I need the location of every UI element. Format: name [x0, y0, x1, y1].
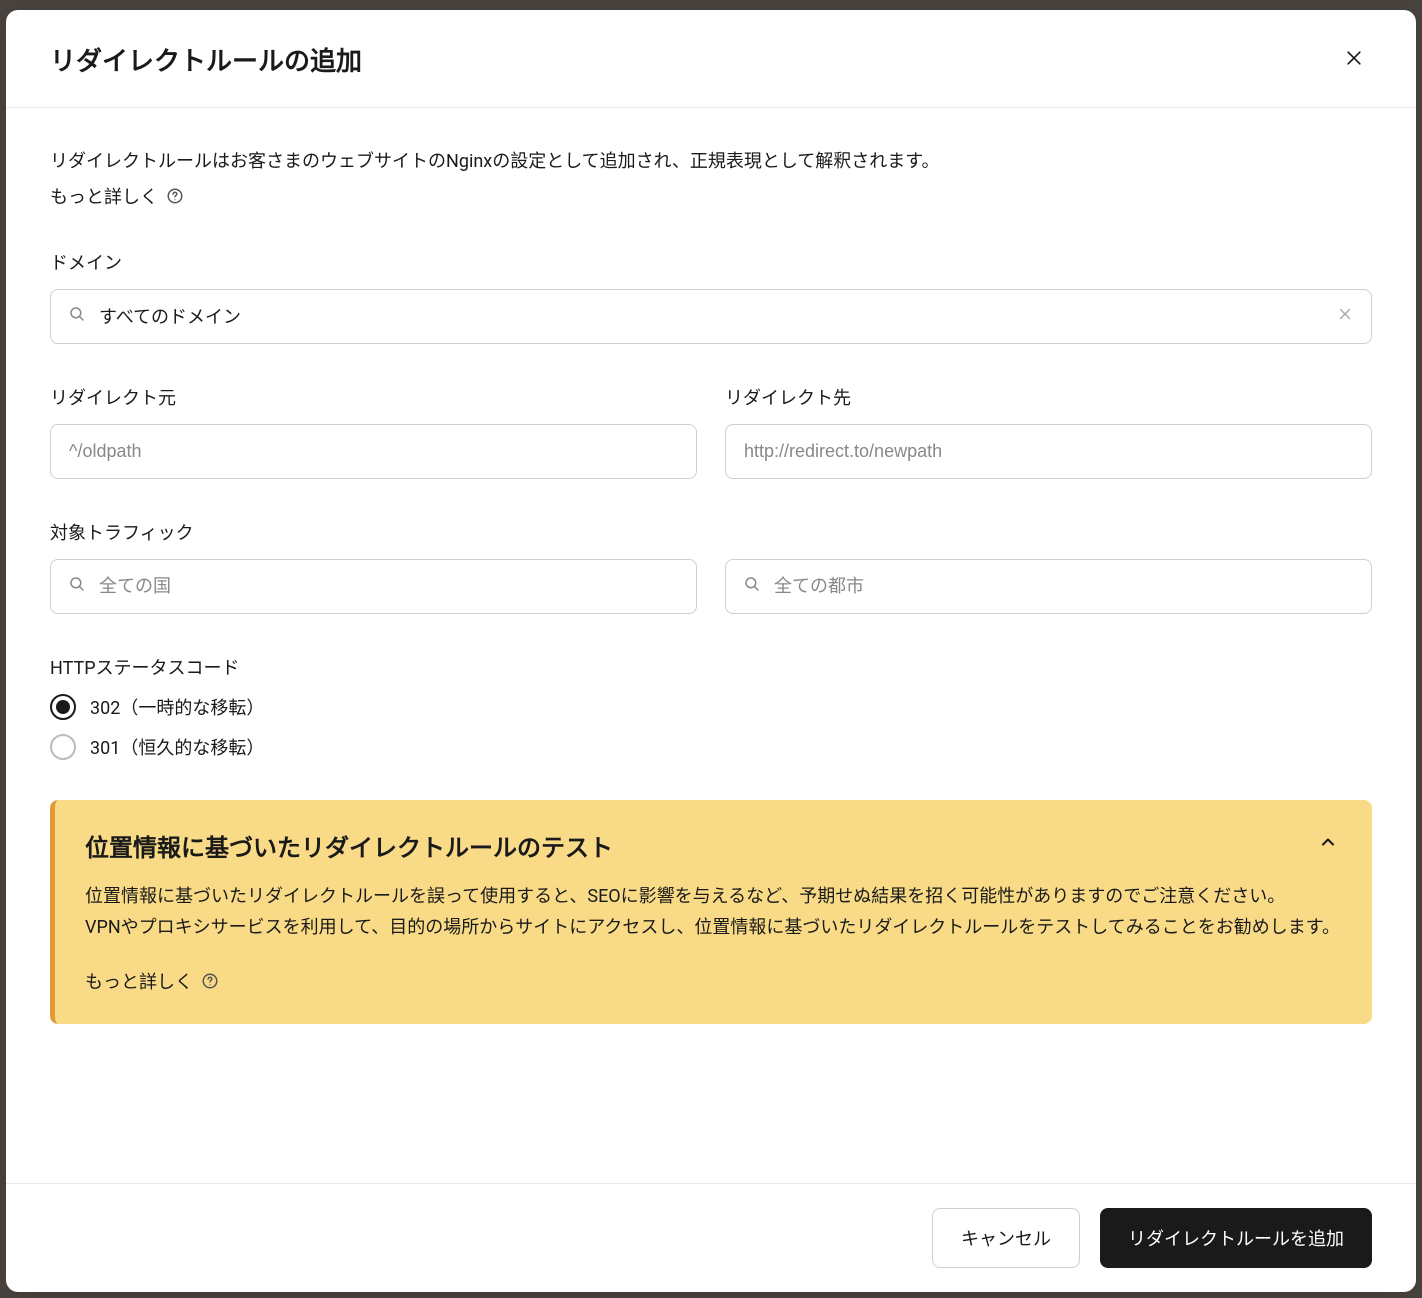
- help-icon: [166, 187, 184, 205]
- learn-more-label: もっと詳しく: [50, 183, 158, 209]
- geolocation-alert: 位置情報に基づいたリダイレクトルールのテスト 位置情報に基づいたリダイレクトルー…: [50, 800, 1372, 1024]
- modal-header: リダイレクトルールの追加: [6, 10, 1416, 108]
- redirect-to-label: リダイレクト先: [725, 384, 1372, 410]
- http-status-label: HTTPステータスコード: [50, 654, 1372, 680]
- redirect-to-input[interactable]: [725, 424, 1372, 479]
- country-input-wrapper: [50, 559, 697, 614]
- radio-302-label: 302（一時的な移転）: [90, 694, 264, 720]
- alert-body: 位置情報に基づいたリダイレクトルールを誤って使用すると、SEOに影響を与えるなど…: [85, 881, 1342, 944]
- target-traffic-label: 対象トラフィック: [50, 519, 1372, 545]
- close-icon: [1344, 48, 1364, 71]
- alert-body-line1: 位置情報に基づいたリダイレクトルールを誤って使用すると、SEOに影響を与えるなど…: [85, 881, 1342, 913]
- radio-checked-icon: [50, 694, 76, 720]
- help-icon: [201, 972, 219, 990]
- learn-more-link[interactable]: もっと詳しく: [50, 183, 184, 209]
- http-status-radio-group: 302（一時的な移転） 301（恒久的な移転）: [50, 694, 1372, 760]
- alert-header: 位置情報に基づいたリダイレクトルールのテスト: [85, 828, 1342, 863]
- cancel-button[interactable]: キャンセル: [932, 1208, 1080, 1268]
- target-traffic-section: 対象トラフィック: [50, 519, 1372, 614]
- city-input-wrapper: [725, 559, 1372, 614]
- domain-input-wrapper: [50, 289, 1372, 344]
- radio-unchecked-icon: [50, 734, 76, 760]
- modal-body: リダイレクトルールはお客さまのウェブサイトのNginxの設定として追加され、正規…: [6, 108, 1416, 1183]
- radio-301-label: 301（恒久的な移転）: [90, 734, 264, 760]
- alert-title: 位置情報に基づいたリダイレクトルールのテスト: [85, 828, 613, 863]
- redirect-from-label: リダイレクト元: [50, 384, 697, 410]
- modal-description: リダイレクトルールはお客さまのウェブサイトのNginxの設定として追加され、正規…: [50, 148, 1372, 177]
- domain-input[interactable]: [50, 289, 1372, 344]
- modal-title: リダイレクトルールの追加: [50, 41, 362, 78]
- redirect-paths-section: リダイレクト元 リダイレクト先: [50, 384, 1372, 479]
- radio-302[interactable]: 302（一時的な移転）: [50, 694, 1372, 720]
- add-redirect-rule-modal: リダイレクトルールの追加 リダイレクトルールはお客さまのウェブサイトのNginx…: [6, 10, 1416, 1292]
- country-input[interactable]: [50, 559, 697, 614]
- domain-section: ドメイン: [50, 249, 1372, 344]
- clear-icon[interactable]: [1336, 305, 1354, 327]
- close-button[interactable]: [1336, 40, 1372, 79]
- domain-label: ドメイン: [50, 249, 1372, 275]
- radio-301[interactable]: 301（恒久的な移転）: [50, 734, 1372, 760]
- redirect-from-group: リダイレクト元: [50, 384, 697, 479]
- alert-body-line2: VPNやプロキシサービスを利用して、目的の場所からサイトにアクセスし、位置情報に…: [85, 912, 1342, 944]
- city-input[interactable]: [725, 559, 1372, 614]
- http-status-section: HTTPステータスコード 302（一時的な移転） 301（恒久的な移転）: [50, 654, 1372, 760]
- alert-learn-more-link[interactable]: もっと詳しく: [85, 968, 219, 994]
- alert-learn-more-label: もっと詳しく: [85, 968, 193, 994]
- submit-button[interactable]: リダイレクトルールを追加: [1100, 1208, 1372, 1268]
- chevron-up-icon[interactable]: [1314, 828, 1342, 860]
- redirect-to-group: リダイレクト先: [725, 384, 1372, 479]
- redirect-from-input[interactable]: [50, 424, 697, 479]
- modal-footer: キャンセル リダイレクトルールを追加: [6, 1183, 1416, 1292]
